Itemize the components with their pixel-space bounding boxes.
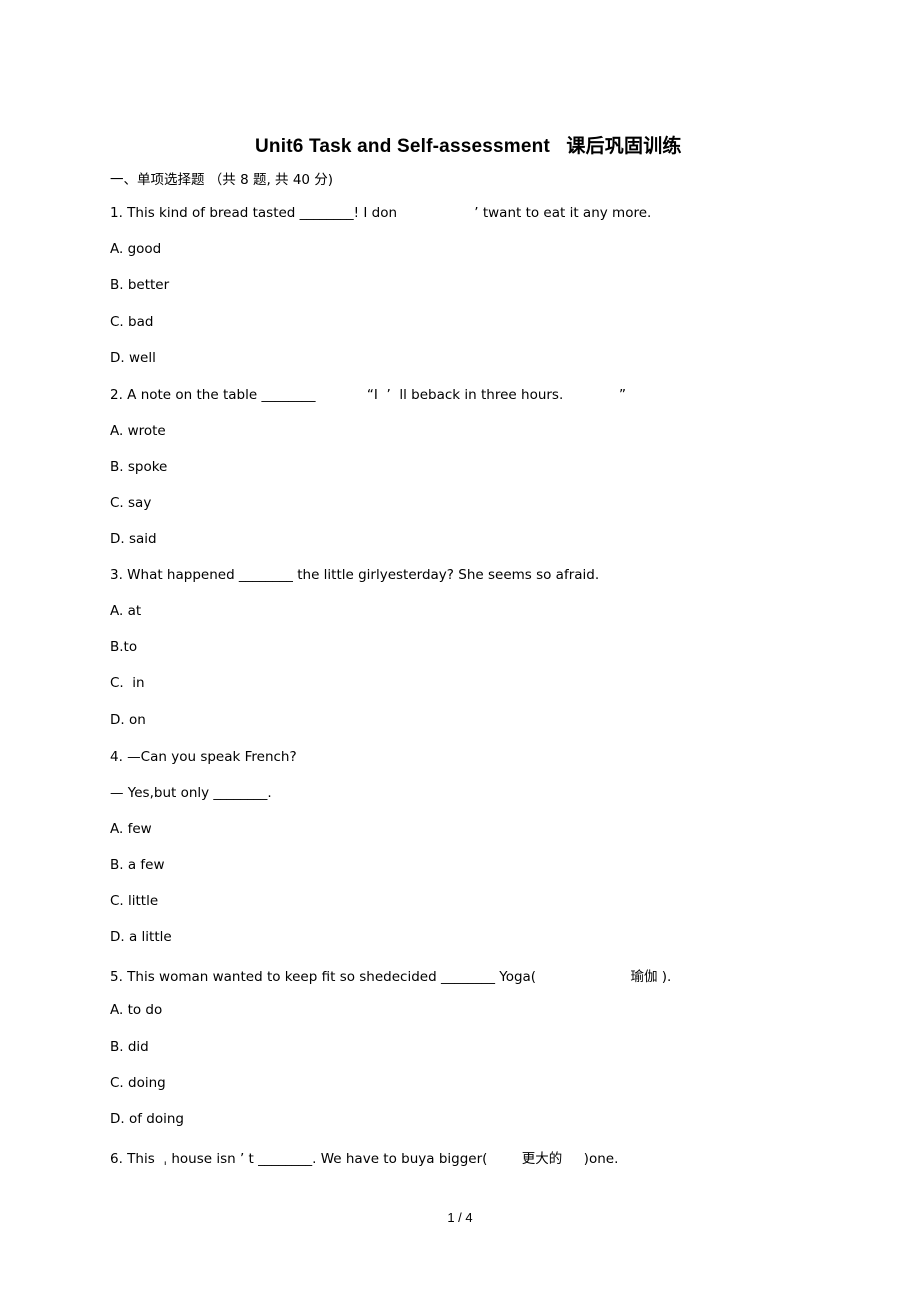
document-line: B.to — [110, 639, 138, 655]
document-line: C. say — [110, 495, 152, 511]
document-line: C. doing — [110, 1075, 166, 1091]
document-line: 1. This kind of bread tasted ________! I… — [110, 205, 652, 221]
document-line: B. better — [110, 277, 170, 293]
document-line: B. a few — [110, 857, 165, 873]
page-number: 1 / 4 — [447, 1210, 473, 1225]
document-line: 2. A note on the table ________ “I ’ ll … — [110, 387, 627, 403]
document-line: D. well — [110, 350, 156, 366]
document-line: C. in — [110, 675, 145, 691]
document-line: 4. —Can you speak French? — [110, 749, 297, 765]
document-line: B. spoke — [110, 459, 168, 475]
document-line: D. a little — [110, 929, 172, 945]
document-line: B. did — [110, 1039, 149, 1055]
document-line: A. few — [110, 821, 152, 837]
document-line: — Yes,but only ________. — [110, 785, 272, 801]
document-line: 3. What happened ________ the little gir… — [110, 567, 600, 583]
document-line: 6. This ˌ house isn ’ t ________. We hav… — [110, 1151, 619, 1167]
document-line: A. wrote — [110, 423, 166, 439]
document-line: C. little — [110, 893, 159, 909]
document-line: 5. This woman wanted to keep fit so shed… — [110, 969, 672, 985]
document-line: A. to do — [110, 1002, 163, 1018]
document-line: D. said — [110, 531, 157, 547]
document-line: A. at — [110, 603, 142, 619]
document-line: D. on — [110, 712, 146, 728]
document-line: C. bad — [110, 314, 154, 330]
document-line: D. of doing — [110, 1111, 184, 1127]
page-title: Unit6 Task and Self-assessment 课后巩固训练 — [255, 135, 682, 157]
section-heading: 一、单项选择题 （共 8 题, 共 40 分) — [110, 172, 334, 188]
document-page: Unit6 Task and Self-assessment 课后巩固训练 一、… — [0, 0, 920, 1303]
document-line: A. good — [110, 241, 162, 257]
